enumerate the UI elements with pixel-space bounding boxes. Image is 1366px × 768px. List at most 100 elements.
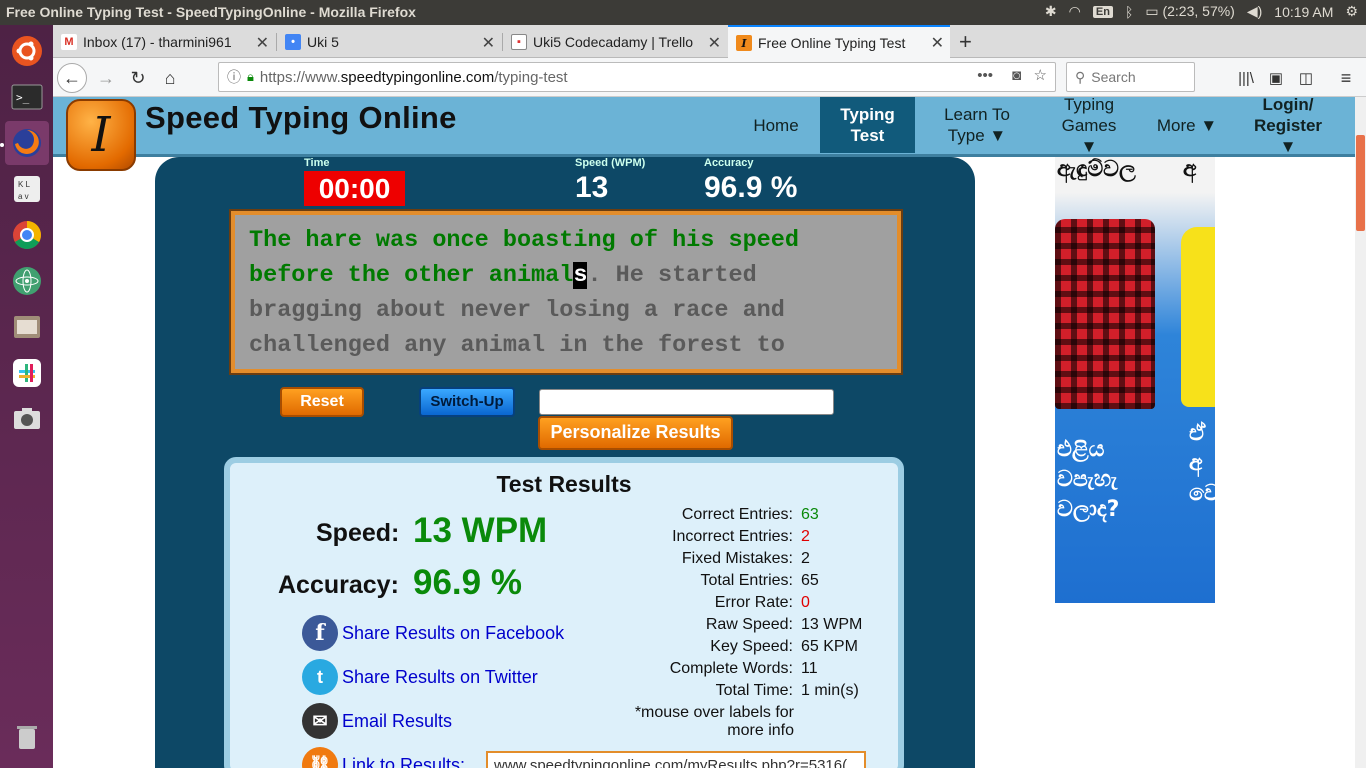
email-results-link[interactable]: ✉ Email Results bbox=[302, 703, 452, 739]
wifi-icon[interactable]: ◠ bbox=[1069, 3, 1081, 20]
tab-trello[interactable]: ▪ Uki5 Codecadamy | Trello ✕ bbox=[503, 27, 727, 57]
error-rate-value: 0 bbox=[801, 594, 810, 611]
terminal-icon[interactable]: >_ bbox=[5, 75, 49, 119]
page-scrollbar[interactable] bbox=[1355, 97, 1366, 768]
back-button[interactable]: ← bbox=[57, 63, 87, 93]
bookmark-star-icon[interactable]: ☆ bbox=[1034, 66, 1047, 84]
reload-button[interactable]: ↻ bbox=[123, 63, 153, 93]
battery-indicator[interactable]: ▭ (2:23, 57%) bbox=[1145, 3, 1235, 20]
ad-text-bottom-right: ඒ අ වෙ bbox=[1189, 421, 1215, 506]
twitter-icon: t bbox=[302, 659, 338, 695]
red-plaid-shirt-image bbox=[1055, 219, 1155, 409]
incorrect-entries-value: 2 bbox=[801, 528, 810, 545]
error-rate-label[interactable]: Error Rate: bbox=[593, 594, 793, 612]
url-path: /typing-test bbox=[494, 68, 568, 86]
speed-result-value: 13 WPM bbox=[413, 511, 548, 550]
camera-app-icon[interactable] bbox=[5, 397, 49, 441]
total-time-label[interactable]: Total Time: bbox=[593, 682, 793, 700]
firefox-icon[interactable] bbox=[5, 121, 49, 165]
accuracy-result-value: 96.9 % bbox=[413, 563, 522, 602]
ad-text-top-right: අ bbox=[1183, 157, 1197, 182]
url-bar[interactable]: ⓘ 🔒︎ https://www. speedtypingonline.com/t… bbox=[218, 62, 1056, 92]
url-protocol: https://www. bbox=[259, 68, 341, 86]
logo-letter: I bbox=[91, 107, 111, 163]
scrollbar-thumb[interactable] bbox=[1356, 135, 1365, 231]
classroom-icon: • bbox=[285, 34, 301, 50]
library-icon[interactable]: |||\ bbox=[1231, 63, 1261, 93]
fixed-mistakes-value: 2 bbox=[801, 550, 810, 567]
nav-home[interactable]: Home bbox=[743, 97, 809, 153]
nav-typing-test[interactable]: Typing Test bbox=[820, 97, 915, 153]
tab-gmail[interactable]: M Inbox (17) - tharmini961 ✕ bbox=[53, 27, 275, 57]
tab-speedtyping[interactable]: I Free Online Typing Test ✕ bbox=[728, 25, 950, 59]
trash-icon[interactable] bbox=[5, 715, 49, 759]
info-icon[interactable]: ⓘ bbox=[227, 67, 241, 87]
nav-more[interactable]: More ▼ bbox=[1153, 97, 1221, 153]
slack-icon[interactable] bbox=[5, 351, 49, 395]
files-icon[interactable] bbox=[5, 305, 49, 349]
page-actions-icon[interactable]: ••• bbox=[977, 67, 993, 84]
total-time-value: 1 min(s) bbox=[801, 682, 859, 699]
share-twitter-link[interactable]: t Share Results on Twitter bbox=[302, 659, 538, 695]
sidebar-icon[interactable]: ◫ bbox=[1291, 63, 1321, 93]
accuracy-value: 96.9 % bbox=[704, 171, 798, 204]
results-link-field[interactable]: www.speedtypingonline.com/myResults.php?… bbox=[486, 751, 866, 768]
power-gear-icon[interactable]: ⚙ bbox=[1345, 3, 1358, 20]
advertisement-banner[interactable]: ඇඳුම්වල අ එළිය වපැහැ වලාද? ඒ අ වෙ bbox=[1055, 157, 1215, 603]
close-tab-icon[interactable]: ✕ bbox=[256, 33, 269, 53]
incorrect-entries-label[interactable]: Incorrect Entries: bbox=[593, 528, 793, 546]
forward-button[interactable]: → bbox=[91, 63, 121, 93]
timer: 00:00 bbox=[304, 171, 405, 206]
reset-button[interactable]: Reset bbox=[280, 387, 364, 417]
volume-icon[interactable]: ◀) bbox=[1247, 3, 1262, 20]
system-top-bar: Free Online Typing Test - SpeedTypingOnl… bbox=[0, 0, 1366, 25]
site-title[interactable]: Speed Typing Online bbox=[145, 100, 457, 136]
lock-icon: 🔒︎ bbox=[247, 69, 254, 84]
personalize-results-button[interactable]: Personalize Results bbox=[538, 416, 733, 450]
share-facebook-link[interactable]: f Share Results on Facebook bbox=[302, 615, 564, 651]
bluetooth-icon[interactable]: ᛒ bbox=[1125, 4, 1133, 20]
pocket-icon[interactable]: ◙ bbox=[1012, 67, 1021, 84]
tab-label: Inbox (17) - tharmini961 bbox=[83, 34, 232, 50]
page-viewport: Speed Typing Online Home Typing Test Lea… bbox=[53, 97, 1366, 768]
complete-words-label[interactable]: Complete Words: bbox=[593, 660, 793, 678]
close-tab-icon[interactable]: ✕ bbox=[482, 33, 495, 53]
speed-value: 13 bbox=[575, 171, 609, 204]
screenshot-icon[interactable]: ▣ bbox=[1261, 63, 1291, 93]
time-label: Time bbox=[304, 157, 330, 169]
nav-learn-to-type[interactable]: Learn To Type ▼ bbox=[933, 97, 1021, 153]
slack-tray-icon[interactable]: ✱ bbox=[1045, 3, 1057, 20]
total-entries-label[interactable]: Total Entries: bbox=[593, 572, 793, 590]
typing-input[interactable] bbox=[539, 389, 834, 415]
nav-typing-games[interactable]: Typing Games ▼ bbox=[1049, 97, 1129, 156]
facebook-icon: f bbox=[302, 615, 338, 651]
nav-login-register[interactable]: Login/ Register ▼ bbox=[1243, 97, 1333, 156]
correct-entries-label[interactable]: Correct Entries: bbox=[593, 506, 793, 524]
system-tray: ✱ ◠ En ᛒ ▭ (2:23, 57%) ◀) 10:19 AM ⚙ bbox=[1045, 3, 1358, 20]
site-logo[interactable]: I bbox=[66, 99, 136, 171]
yellow-jacket-image bbox=[1181, 227, 1215, 407]
switch-up-button[interactable]: Switch-Up bbox=[419, 387, 515, 417]
menu-icon[interactable]: ≡ bbox=[1331, 63, 1361, 93]
share-facebook-label: Share Results on Facebook bbox=[342, 622, 565, 643]
chrome-icon[interactable] bbox=[5, 213, 49, 257]
search-bar[interactable]: ⚲ Search bbox=[1066, 62, 1195, 92]
browser-nav-bar: ← → ↻ ⌂ ⓘ 🔒︎ https://www. speedtypingonli… bbox=[53, 58, 1366, 97]
clock[interactable]: 10:19 AM bbox=[1274, 4, 1333, 20]
ubuntu-dash-icon[interactable] bbox=[5, 29, 49, 73]
fixed-mistakes-label[interactable]: Fixed Mistakes: bbox=[593, 550, 793, 568]
key-speed-label[interactable]: Key Speed: bbox=[593, 638, 793, 656]
trello-icon: ▪ bbox=[511, 34, 527, 50]
link-to-results[interactable]: ⛓ Link to Results: bbox=[302, 747, 465, 768]
close-tab-icon[interactable]: ✕ bbox=[708, 33, 721, 53]
home-button[interactable]: ⌂ bbox=[155, 63, 185, 93]
keyboard-settings-icon[interactable]: K L a v bbox=[5, 167, 49, 211]
new-tab-button[interactable]: + bbox=[959, 29, 972, 55]
atom-editor-icon[interactable] bbox=[5, 259, 49, 303]
typing-passage[interactable]: The hare was once boasting of his speed … bbox=[231, 211, 901, 373]
tab-label: Uki 5 bbox=[307, 34, 339, 50]
raw-speed-label[interactable]: Raw Speed: bbox=[593, 616, 793, 634]
keyboard-layout-indicator[interactable]: En bbox=[1092, 5, 1113, 18]
tab-uki5[interactable]: • Uki 5 ✕ bbox=[277, 27, 501, 57]
close-tab-icon[interactable]: ✕ bbox=[931, 33, 944, 53]
